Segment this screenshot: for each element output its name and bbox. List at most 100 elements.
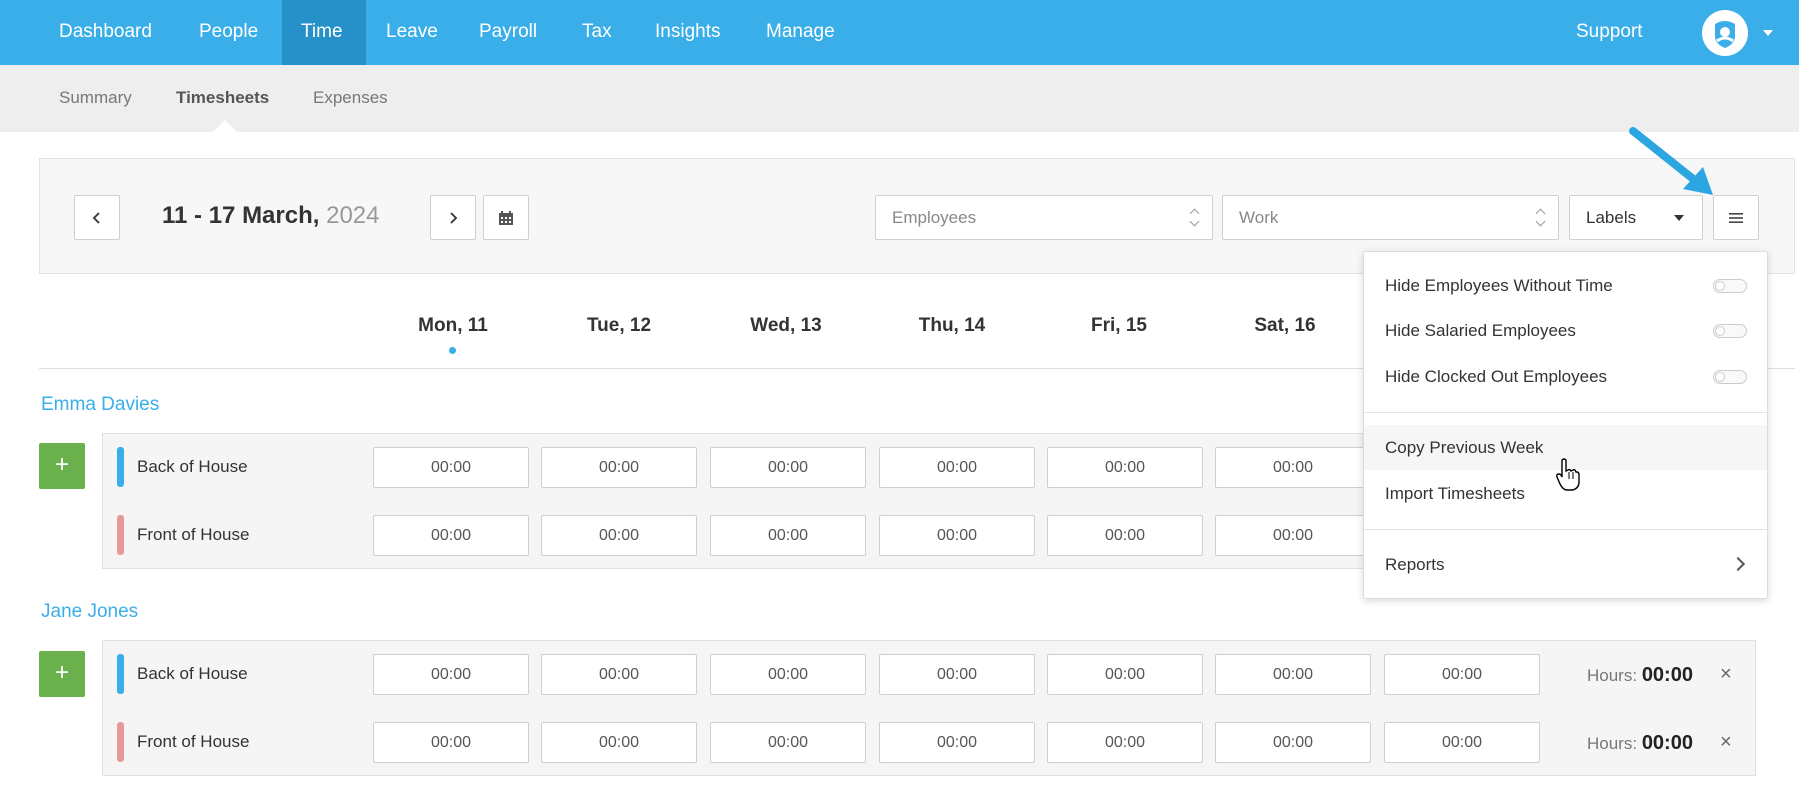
time-input[interactable]: 00:00 [1047,447,1203,488]
options-menu-button[interactable] [1713,195,1759,240]
time-input[interactable]: 00:00 [1047,654,1203,695]
annotation-arrow-icon [1629,127,1713,195]
menu-hide-employees-without-time[interactable]: Hide Employees Without Time [1364,263,1767,308]
support-link[interactable]: Support [1576,0,1643,65]
employees-select[interactable]: Employees [875,195,1213,240]
hours-value: 00:00 [1641,732,1693,754]
time-input[interactable]: 00:00 [1384,654,1540,695]
time-input[interactable]: 00:00 [1215,447,1371,488]
time-input[interactable]: 00:00 [879,515,1035,556]
menu-hide-clocked-out-employees[interactable]: Hide Clocked Out Employees [1364,354,1767,399]
top-navigation-bar: Dashboard People Time Leave Payroll Tax … [0,0,1799,65]
time-input[interactable]: 00:00 [879,447,1035,488]
hamburger-menu-icon [1729,212,1743,223]
time-input[interactable]: 00:00 [373,654,529,695]
day-header-wed: Wed, 13 [750,315,822,336]
subnav-expenses[interactable]: Expenses [313,65,388,132]
select-updown-icon [1190,208,1200,228]
work-type-color-bar [117,722,124,762]
labels-dropdown[interactable]: Labels [1569,195,1703,240]
time-input[interactable]: 00:00 [541,515,697,556]
time-input[interactable]: 00:00 [710,722,866,763]
caret-down-icon [1674,215,1684,221]
time-input[interactable]: 00:00 [541,722,697,763]
chevron-left-icon [92,211,100,224]
calendar-button[interactable] [483,195,529,240]
time-input[interactable]: 00:00 [541,654,697,695]
day-header-tue: Tue, 12 [586,315,652,336]
menu-hide-salaried-employees[interactable]: Hide Salaried Employees [1364,308,1767,353]
active-tab-pointer [213,120,237,132]
chevron-right-icon [450,211,458,224]
labels-dropdown-value: Labels [1586,208,1637,227]
nav-time[interactable]: Time [282,0,366,65]
hours-value: 00:00 [1641,664,1693,686]
work-type-color-bar [117,654,124,694]
menu-item-label: Reports [1385,555,1445,574]
time-input[interactable]: 00:00 [541,447,697,488]
nav-people[interactable]: People [180,0,277,65]
time-input[interactable]: 00:00 [1215,515,1371,556]
menu-divider [1364,529,1767,530]
hand-pointer-cursor-icon [1556,458,1580,491]
options-dropdown-menu: Hide Employees Without Time Hide Salarie… [1363,251,1768,599]
week-date-range: 11 - 17 March, 2024 [162,202,379,230]
toggle-switch[interactable] [1713,370,1747,384]
today-indicator [449,347,456,354]
work-type-color-bar [117,447,124,487]
menu-item-label: Hide Clocked Out Employees [1385,367,1608,386]
employee-name[interactable]: Jane Jones [41,601,138,623]
work-select-placeholder: Work [1239,208,1279,227]
hours-label: Hours: [1587,734,1638,753]
work-select[interactable]: Work [1222,195,1559,240]
time-input[interactable]: 00:00 [710,515,866,556]
toggle-switch[interactable] [1713,324,1747,338]
time-input[interactable]: 00:00 [1047,515,1203,556]
time-input[interactable]: 00:00 [1384,722,1540,763]
time-input[interactable]: 00:00 [710,447,866,488]
nav-tax[interactable]: Tax [563,0,631,65]
previous-week-button[interactable] [74,195,120,240]
remove-row-close-icon[interactable]: × [1720,663,1732,686]
employees-select-placeholder: Employees [892,208,977,227]
time-input[interactable]: 00:00 [710,654,866,695]
employee-name[interactable]: Emma Davies [41,394,159,416]
work-type-label: Front of House [137,732,250,751]
day-header-thu: Thu, 14 [918,315,986,336]
time-input[interactable]: 00:00 [879,654,1035,695]
menu-divider [1364,412,1767,413]
nav-manage[interactable]: Manage [747,0,854,65]
time-input[interactable]: 00:00 [373,515,529,556]
work-type-label: Back of House [137,664,248,683]
sub-navigation-bar: Summary Timesheets Expenses [0,65,1799,132]
time-input[interactable]: 00:00 [1215,654,1371,695]
work-type-color-bar [117,515,124,555]
time-input[interactable]: 00:00 [373,722,529,763]
time-input[interactable]: 00:00 [879,722,1035,763]
calendar-icon [499,210,513,225]
time-input[interactable]: 00:00 [373,447,529,488]
user-avatar-icon[interactable] [1702,10,1748,56]
nav-dashboard[interactable]: Dashboard [40,0,171,65]
menu-reports[interactable]: Reports [1364,542,1767,587]
date-range-text: 11 - 17 March, [162,202,320,229]
account-caret-down-icon[interactable] [1763,30,1773,36]
next-week-button[interactable] [430,195,476,240]
day-header-sat: Sat, 16 [1254,315,1316,336]
add-timesheet-row-button[interactable]: + [39,651,85,697]
day-header-fri: Fri, 15 [1091,315,1147,336]
nav-payroll[interactable]: Payroll [460,0,556,65]
subnav-summary[interactable]: Summary [59,65,132,132]
row-hours-total: Hours: 00:00 [1587,664,1693,687]
nav-insights[interactable]: Insights [636,0,739,65]
add-timesheet-row-button[interactable]: + [39,443,85,489]
toggle-switch[interactable] [1713,279,1747,293]
chevron-right-icon [1730,556,1746,572]
nav-leave[interactable]: Leave [367,0,457,65]
time-input[interactable]: 00:00 [1215,722,1371,763]
time-input[interactable]: 00:00 [1047,722,1203,763]
remove-row-close-icon[interactable]: × [1720,731,1732,754]
day-header-mon: Mon, 11 [418,315,488,336]
work-type-label: Back of House [137,457,248,476]
menu-item-label: Hide Salaried Employees [1385,321,1576,340]
